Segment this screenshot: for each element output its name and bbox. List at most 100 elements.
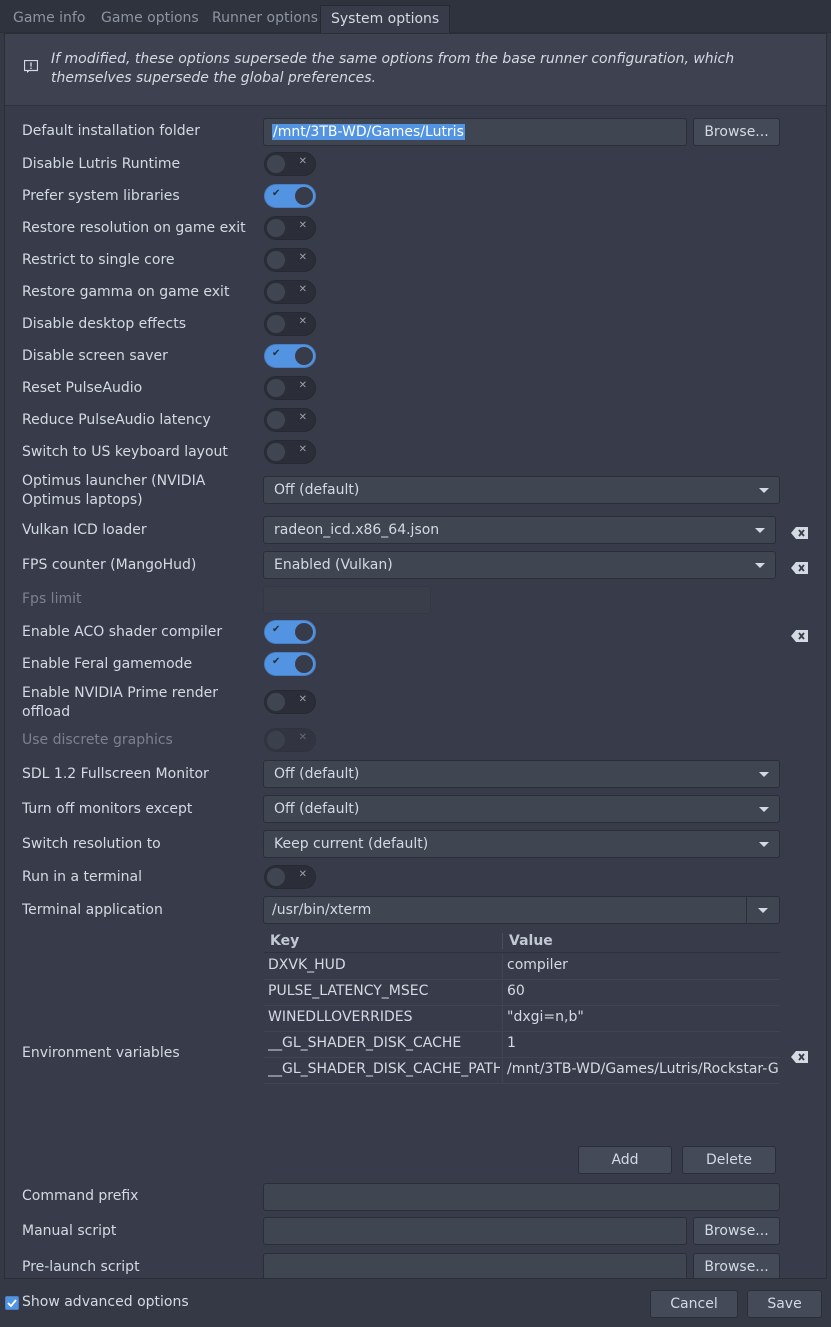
restore-resolution-switch[interactable]: ✕ xyxy=(264,216,316,240)
reset-pulseaudio-switch[interactable]: ✕ xyxy=(264,376,316,400)
single-core-switch[interactable]: ✕ xyxy=(264,248,316,272)
fps-counter-label: FPS counter (MangoHud) xyxy=(22,557,197,573)
sdl-monitor-label: SDL 1.2 Fullscreen Monitor xyxy=(22,766,209,782)
restore-resolution-label: Restore resolution on game exit xyxy=(22,220,246,236)
clear-icon[interactable] xyxy=(791,630,808,642)
switch-resolution-select[interactable]: Keep current (default) xyxy=(263,830,780,858)
dialog-footer: Show advanced options Cancel Save xyxy=(0,1281,831,1327)
optimus-label: Optimus launcher (NVIDIA Optimus laptops… xyxy=(22,473,206,508)
tab-system-options[interactable]: System options xyxy=(320,5,451,34)
manual-script-label: Manual script xyxy=(22,1223,117,1239)
restore-gamma-label: Restore gamma on game exit xyxy=(22,284,230,300)
save-button[interactable]: Save xyxy=(747,1290,822,1318)
chevron-down-icon xyxy=(759,772,769,777)
switch-off-icon: ✕ xyxy=(298,869,307,880)
aco-switch[interactable]: ✔ xyxy=(264,620,316,644)
table-row[interactable]: PULSE_LATENCY_MSEC 60 xyxy=(264,980,780,1006)
tab-game-options[interactable]: Game options xyxy=(91,5,209,33)
prime-offload-switch[interactable]: ✕ xyxy=(264,690,316,714)
command-prefix-input[interactable] xyxy=(263,1183,780,1211)
restore-gamma-switch[interactable]: ✕ xyxy=(264,280,316,304)
manual-script-browse-button[interactable]: Browse... xyxy=(693,1217,780,1245)
terminal-app-label: Terminal application xyxy=(22,902,163,918)
env-value-column-header[interactable]: Value xyxy=(509,933,553,949)
prelaunch-script-input[interactable] xyxy=(263,1253,687,1278)
prelaunch-script-label: Pre-launch script xyxy=(22,1259,140,1275)
default-install-folder-label: Default installation folder xyxy=(22,123,200,139)
env-vars-table: Key Value DXVK_HUD compiler PULSE_LATENC… xyxy=(264,929,780,1089)
discrete-graphics-switch: ✕ xyxy=(264,728,316,752)
prefer-system-libs-switch[interactable]: ✔ xyxy=(264,184,316,208)
prefer-system-libs-label: Prefer system libraries xyxy=(22,188,180,204)
switch-off-icon: ✕ xyxy=(298,252,307,263)
us-keyboard-label: Switch to US keyboard layout xyxy=(22,444,228,460)
gamemode-label: Enable Feral gamemode xyxy=(22,656,193,672)
default-install-folder-input[interactable]: /mnt/3TB-WD/Games/Lutris xyxy=(263,118,687,146)
clear-icon[interactable] xyxy=(791,1051,808,1063)
pulse-latency-label: Reduce PulseAudio latency xyxy=(22,412,211,428)
info-bar: If modified, these options supersede the… xyxy=(5,34,826,106)
switch-off-icon: ✕ xyxy=(298,732,307,743)
switch-off-icon: ✕ xyxy=(298,156,307,167)
screen-saver-switch[interactable]: ✔ xyxy=(264,344,316,368)
chevron-down-icon xyxy=(755,563,765,568)
run-in-terminal-switch[interactable]: ✕ xyxy=(264,865,316,889)
disable-runtime-switch[interactable]: ✕ xyxy=(264,152,316,176)
screen-saver-label: Disable screen saver xyxy=(22,348,168,364)
table-row[interactable]: WINEDLLOVERRIDES "dxgi=n,b" xyxy=(264,1006,780,1032)
desktop-effects-switch[interactable]: ✕ xyxy=(264,312,316,336)
info-message: If modified, these options supersede the… xyxy=(51,51,735,86)
chevron-down-icon[interactable] xyxy=(758,908,768,913)
checkmark-icon: ✔ xyxy=(272,624,281,635)
switch-off-icon: ✕ xyxy=(298,694,307,705)
env-key-column-header[interactable]: Key xyxy=(270,933,299,949)
desktop-effects-label: Disable desktop effects xyxy=(22,316,187,332)
switch-off-icon: ✕ xyxy=(298,284,307,295)
pulse-latency-switch[interactable]: ✕ xyxy=(264,408,316,432)
clear-icon[interactable] xyxy=(791,562,808,574)
chevron-down-icon xyxy=(755,528,765,533)
terminal-app-combo[interactable]: /usr/bin/xterm xyxy=(263,896,780,924)
show-advanced-label[interactable]: Show advanced options xyxy=(22,1294,189,1310)
manual-script-input[interactable] xyxy=(263,1217,687,1245)
system-options-panel: If modified, these options supersede the… xyxy=(4,33,827,1279)
vulkan-icd-label: Vulkan ICD loader xyxy=(22,522,147,538)
tab-bar: Game info Game options Runner options Sy… xyxy=(0,0,831,34)
prelaunch-script-browse-button[interactable]: Browse... xyxy=(693,1253,780,1278)
prime-offload-label: Enable NVIDIA Prime render offload xyxy=(22,685,218,720)
monitors-except-select[interactable]: Off (default) xyxy=(263,795,780,823)
chevron-down-icon xyxy=(759,807,769,812)
switch-resolution-label: Switch resolution to xyxy=(22,836,161,852)
checkmark-icon: ✔ xyxy=(272,188,281,199)
env-delete-button[interactable]: Delete xyxy=(682,1146,776,1174)
chevron-down-icon xyxy=(759,842,769,847)
us-keyboard-switch[interactable]: ✕ xyxy=(264,440,316,464)
env-vars-label: Environment variables xyxy=(22,1045,180,1061)
env-add-button[interactable]: Add xyxy=(578,1146,672,1174)
gamemode-switch[interactable]: ✔ xyxy=(264,652,316,676)
checkmark-icon: ✔ xyxy=(272,656,281,667)
show-advanced-checkbox[interactable] xyxy=(5,1296,19,1310)
install-folder-browse-button[interactable]: Browse... xyxy=(693,118,780,146)
optimus-select[interactable]: Off (default) xyxy=(263,476,780,504)
aco-label: Enable ACO shader compiler xyxy=(22,624,223,640)
discrete-graphics-label: Use discrete graphics xyxy=(22,732,173,748)
checkmark-icon xyxy=(7,1299,17,1308)
cancel-button[interactable]: Cancel xyxy=(650,1290,738,1318)
fps-counter-select[interactable]: Enabled (Vulkan) xyxy=(263,551,776,579)
vulkan-icd-select[interactable]: radeon_icd.x86_64.json xyxy=(263,516,776,544)
tab-runner-options[interactable]: Runner options xyxy=(202,5,328,33)
clear-icon[interactable] xyxy=(791,527,808,539)
table-row[interactable]: DXVK_HUD compiler xyxy=(264,954,780,980)
tab-game-info[interactable]: Game info xyxy=(3,5,95,33)
run-in-terminal-label: Run in a terminal xyxy=(22,869,143,885)
switch-off-icon: ✕ xyxy=(298,380,307,391)
table-row[interactable]: __GL_SHADER_DISK_CACHE_PATH /mnt/3TB-WD/… xyxy=(264,1058,780,1084)
terminal-app-value: /usr/bin/xterm xyxy=(272,902,372,918)
sdl-monitor-select[interactable]: Off (default) xyxy=(263,760,780,788)
disable-runtime-label: Disable Lutris Runtime xyxy=(22,156,181,172)
table-row[interactable]: __GL_SHADER_DISK_CACHE 1 xyxy=(264,1032,780,1058)
fps-limit-label: Fps limit xyxy=(22,591,82,607)
monitors-except-label: Turn off monitors except xyxy=(22,801,193,817)
fps-limit-input[interactable] xyxy=(263,586,431,614)
